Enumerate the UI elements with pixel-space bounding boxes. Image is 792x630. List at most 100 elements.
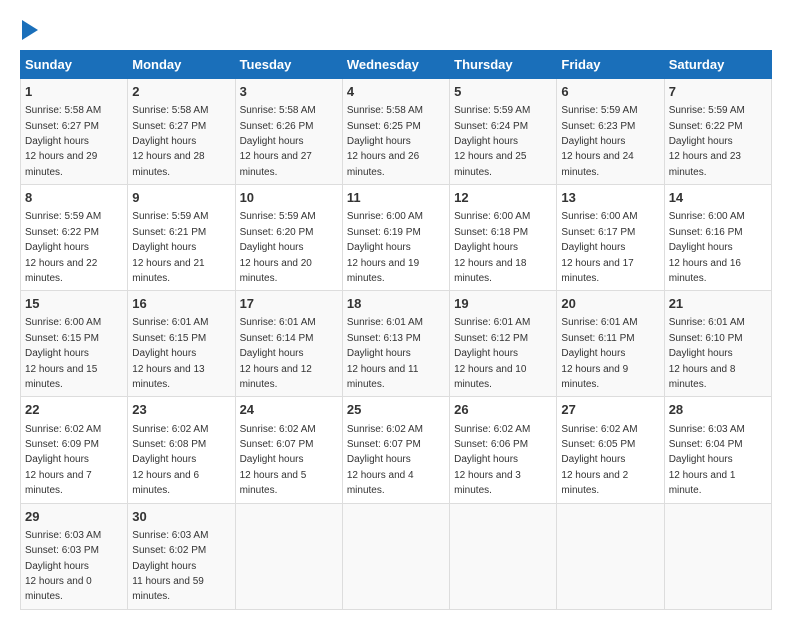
calendar-day-cell: 16Sunrise: 6:01 AMSunset: 6:15 PMDayligh… [128, 291, 235, 397]
calendar-day-cell: 5 Sunrise: 5:59 AMSunset: 6:24 PMDaylight… [450, 79, 557, 185]
calendar-week-row: 15 Sunrise: 6:00 AMSunset: 6:15 PMDayligh… [21, 291, 772, 397]
calendar-day-cell: 20 Sunrise: 6:01 AMSunset: 6:11 PMDayligh… [557, 291, 664, 397]
day-detail: Sunrise: 6:00 AMSunset: 6:18 PMDaylight … [454, 211, 530, 284]
calendar-day-cell: 12 Sunrise: 6:00 AMSunset: 6:18 PMDayligh… [450, 185, 557, 291]
day-detail: Sunrise: 6:02 AMSunset: 6:09 PMDaylight … [25, 424, 101, 497]
day-detail: Sunrise: 5:59 AMSunset: 6:21 PMDaylight … [132, 211, 208, 284]
day-number: 27 [561, 401, 659, 419]
day-detail: Sunrise: 6:02 AMSunset: 6:08 PMDaylight … [132, 424, 208, 497]
day-number: 19 [454, 295, 552, 313]
day-number: 12 [454, 189, 552, 207]
day-number: 13 [561, 189, 659, 207]
day-number: 14 [669, 189, 767, 207]
day-detail: Sunrise: 5:59 AMSunset: 6:22 PMDaylight … [25, 211, 101, 284]
day-of-week-header: Friday [557, 51, 664, 79]
day-number: 22 [25, 401, 123, 419]
day-of-week-header: Thursday [450, 51, 557, 79]
day-detail: Sunrise: 6:02 AMSunset: 6:07 PMDaylight … [347, 424, 423, 497]
day-detail: Sunrise: 6:02 AMSunset: 6:07 PMDaylight … [240, 424, 316, 497]
day-detail: Sunrise: 5:59 AMSunset: 6:22 PMDaylight … [669, 105, 745, 178]
calendar-day-cell: 26 Sunrise: 6:02 AMSunset: 6:06 PMDayligh… [450, 397, 557, 503]
day-detail: Sunrise: 6:01 AMSunset: 6:11 PMDaylight … [561, 317, 637, 390]
day-number: 8 [25, 189, 123, 207]
day-number: 30 [132, 508, 230, 526]
day-detail: Sunrise: 5:58 AMSunset: 6:26 PMDaylight … [240, 105, 316, 178]
day-number: 5 [454, 83, 552, 101]
day-detail: Sunrise: 5:58 AMSunset: 6:27 PMDaylight … [132, 105, 208, 178]
day-number: 11 [347, 189, 445, 207]
calendar-day-cell: 22 Sunrise: 6:02 AMSunset: 6:09 PMDayligh… [21, 397, 128, 503]
day-detail: Sunrise: 6:00 AMSunset: 6:17 PMDaylight … [561, 211, 637, 284]
calendar-day-cell: 7 Sunrise: 5:59 AMSunset: 6:22 PMDaylight… [664, 79, 771, 185]
calendar-day-cell: 10 Sunrise: 5:59 AMSunset: 6:20 PMDayligh… [235, 185, 342, 291]
day-number: 20 [561, 295, 659, 313]
day-number: 16 [132, 295, 230, 313]
day-number: 4 [347, 83, 445, 101]
day-detail: Sunrise: 6:02 AMSunset: 6:06 PMDaylight … [454, 424, 530, 497]
day-number: 23 [132, 401, 230, 419]
day-number: 1 [25, 83, 123, 101]
calendar-day-cell: 14 Sunrise: 6:00 AMSunset: 6:16 PMDayligh… [664, 185, 771, 291]
day-number: 3 [240, 83, 338, 101]
calendar-day-cell: 13 Sunrise: 6:00 AMSunset: 6:17 PMDayligh… [557, 185, 664, 291]
day-number: 29 [25, 508, 123, 526]
page-header [20, 20, 772, 40]
calendar-day-cell: 11 Sunrise: 6:00 AMSunset: 6:19 PMDayligh… [342, 185, 449, 291]
calendar-day-cell: 4 Sunrise: 5:58 AMSunset: 6:25 PMDaylight… [342, 79, 449, 185]
day-detail: Sunrise: 5:59 AMSunset: 6:24 PMDaylight … [454, 105, 530, 178]
calendar-day-cell: 17Sunrise: 6:01 AMSunset: 6:14 PMDayligh… [235, 291, 342, 397]
calendar-day-cell: 21Sunrise: 6:01 AMSunset: 6:10 PMDayligh… [664, 291, 771, 397]
day-number: 28 [669, 401, 767, 419]
calendar-day-cell [450, 503, 557, 609]
day-number: 10 [240, 189, 338, 207]
calendar-day-cell [342, 503, 449, 609]
day-of-week-header: Wednesday [342, 51, 449, 79]
day-number: 24 [240, 401, 338, 419]
day-number: 15 [25, 295, 123, 313]
calendar-day-cell: 25 Sunrise: 6:02 AMSunset: 6:07 PMDayligh… [342, 397, 449, 503]
day-number: 18 [347, 295, 445, 313]
calendar-day-cell: 23 Sunrise: 6:02 AMSunset: 6:08 PMDayligh… [128, 397, 235, 503]
day-detail: Sunrise: 6:02 AMSunset: 6:05 PMDaylight … [561, 424, 637, 497]
day-detail: Sunrise: 6:03 AMSunset: 6:02 PMDaylight … [132, 530, 208, 603]
logo-arrow-icon [22, 20, 38, 40]
day-detail: Sunrise: 5:59 AMSunset: 6:20 PMDaylight … [240, 211, 316, 284]
calendar-week-row: 8 Sunrise: 5:59 AMSunset: 6:22 PMDaylight… [21, 185, 772, 291]
day-detail: Sunrise: 5:58 AMSunset: 6:27 PMDaylight … [25, 105, 101, 178]
day-detail: Sunrise: 6:00 AMSunset: 6:19 PMDaylight … [347, 211, 423, 284]
day-number: 26 [454, 401, 552, 419]
day-of-week-header: Tuesday [235, 51, 342, 79]
day-detail: Sunrise: 6:03 AMSunset: 6:03 PMDaylight … [25, 530, 101, 603]
calendar-day-cell: 9Sunrise: 5:59 AMSunset: 6:21 PMDaylight… [128, 185, 235, 291]
calendar-header-row: SundayMondayTuesdayWednesdayThursdayFrid… [21, 51, 772, 79]
day-detail: Sunrise: 6:00 AMSunset: 6:16 PMDaylight … [669, 211, 745, 284]
day-detail: Sunrise: 5:58 AMSunset: 6:25 PMDaylight … [347, 105, 423, 178]
calendar-day-cell [557, 503, 664, 609]
calendar-day-cell: 18 Sunrise: 6:01 AMSunset: 6:13 PMDayligh… [342, 291, 449, 397]
calendar-day-cell: 6Sunrise: 5:59 AMSunset: 6:23 PMDaylight… [557, 79, 664, 185]
calendar-week-row: 22 Sunrise: 6:02 AMSunset: 6:09 PMDayligh… [21, 397, 772, 503]
day-detail: Sunrise: 6:00 AMSunset: 6:15 PMDaylight … [25, 317, 101, 390]
day-number: 25 [347, 401, 445, 419]
calendar-week-row: 1 Sunrise: 5:58 AMSunset: 6:27 PMDaylight… [21, 79, 772, 185]
calendar-day-cell [664, 503, 771, 609]
calendar-day-cell: 2 Sunrise: 5:58 AMSunset: 6:27 PMDaylight… [128, 79, 235, 185]
calendar-day-cell: 8 Sunrise: 5:59 AMSunset: 6:22 PMDaylight… [21, 185, 128, 291]
calendar-day-cell: 30 Sunrise: 6:03 AMSunset: 6:02 PMDayligh… [128, 503, 235, 609]
day-of-week-header: Monday [128, 51, 235, 79]
calendar-day-cell: 24 Sunrise: 6:02 AMSunset: 6:07 PMDayligh… [235, 397, 342, 503]
calendar-day-cell: 28 Sunrise: 6:03 AMSunset: 6:04 PMDayligh… [664, 397, 771, 503]
calendar-day-cell [235, 503, 342, 609]
day-detail: Sunrise: 6:01 AMSunset: 6:13 PMDaylight … [347, 317, 423, 390]
day-detail: Sunrise: 6:01 AMSunset: 6:12 PMDaylight … [454, 317, 530, 390]
logo [20, 20, 38, 40]
calendar-day-cell: 15 Sunrise: 6:00 AMSunset: 6:15 PMDayligh… [21, 291, 128, 397]
calendar-table: SundayMondayTuesdayWednesdayThursdayFrid… [20, 50, 772, 610]
day-detail: Sunrise: 6:03 AMSunset: 6:04 PMDaylight … [669, 424, 745, 497]
day-detail: Sunrise: 6:01 AMSunset: 6:14 PMDaylight … [240, 317, 316, 390]
day-number: 7 [669, 83, 767, 101]
day-of-week-header: Saturday [664, 51, 771, 79]
day-detail: Sunrise: 6:01 AMSunset: 6:10 PMDaylight … [669, 317, 745, 390]
day-number: 2 [132, 83, 230, 101]
day-detail: Sunrise: 5:59 AMSunset: 6:23 PMDaylight … [561, 105, 637, 178]
